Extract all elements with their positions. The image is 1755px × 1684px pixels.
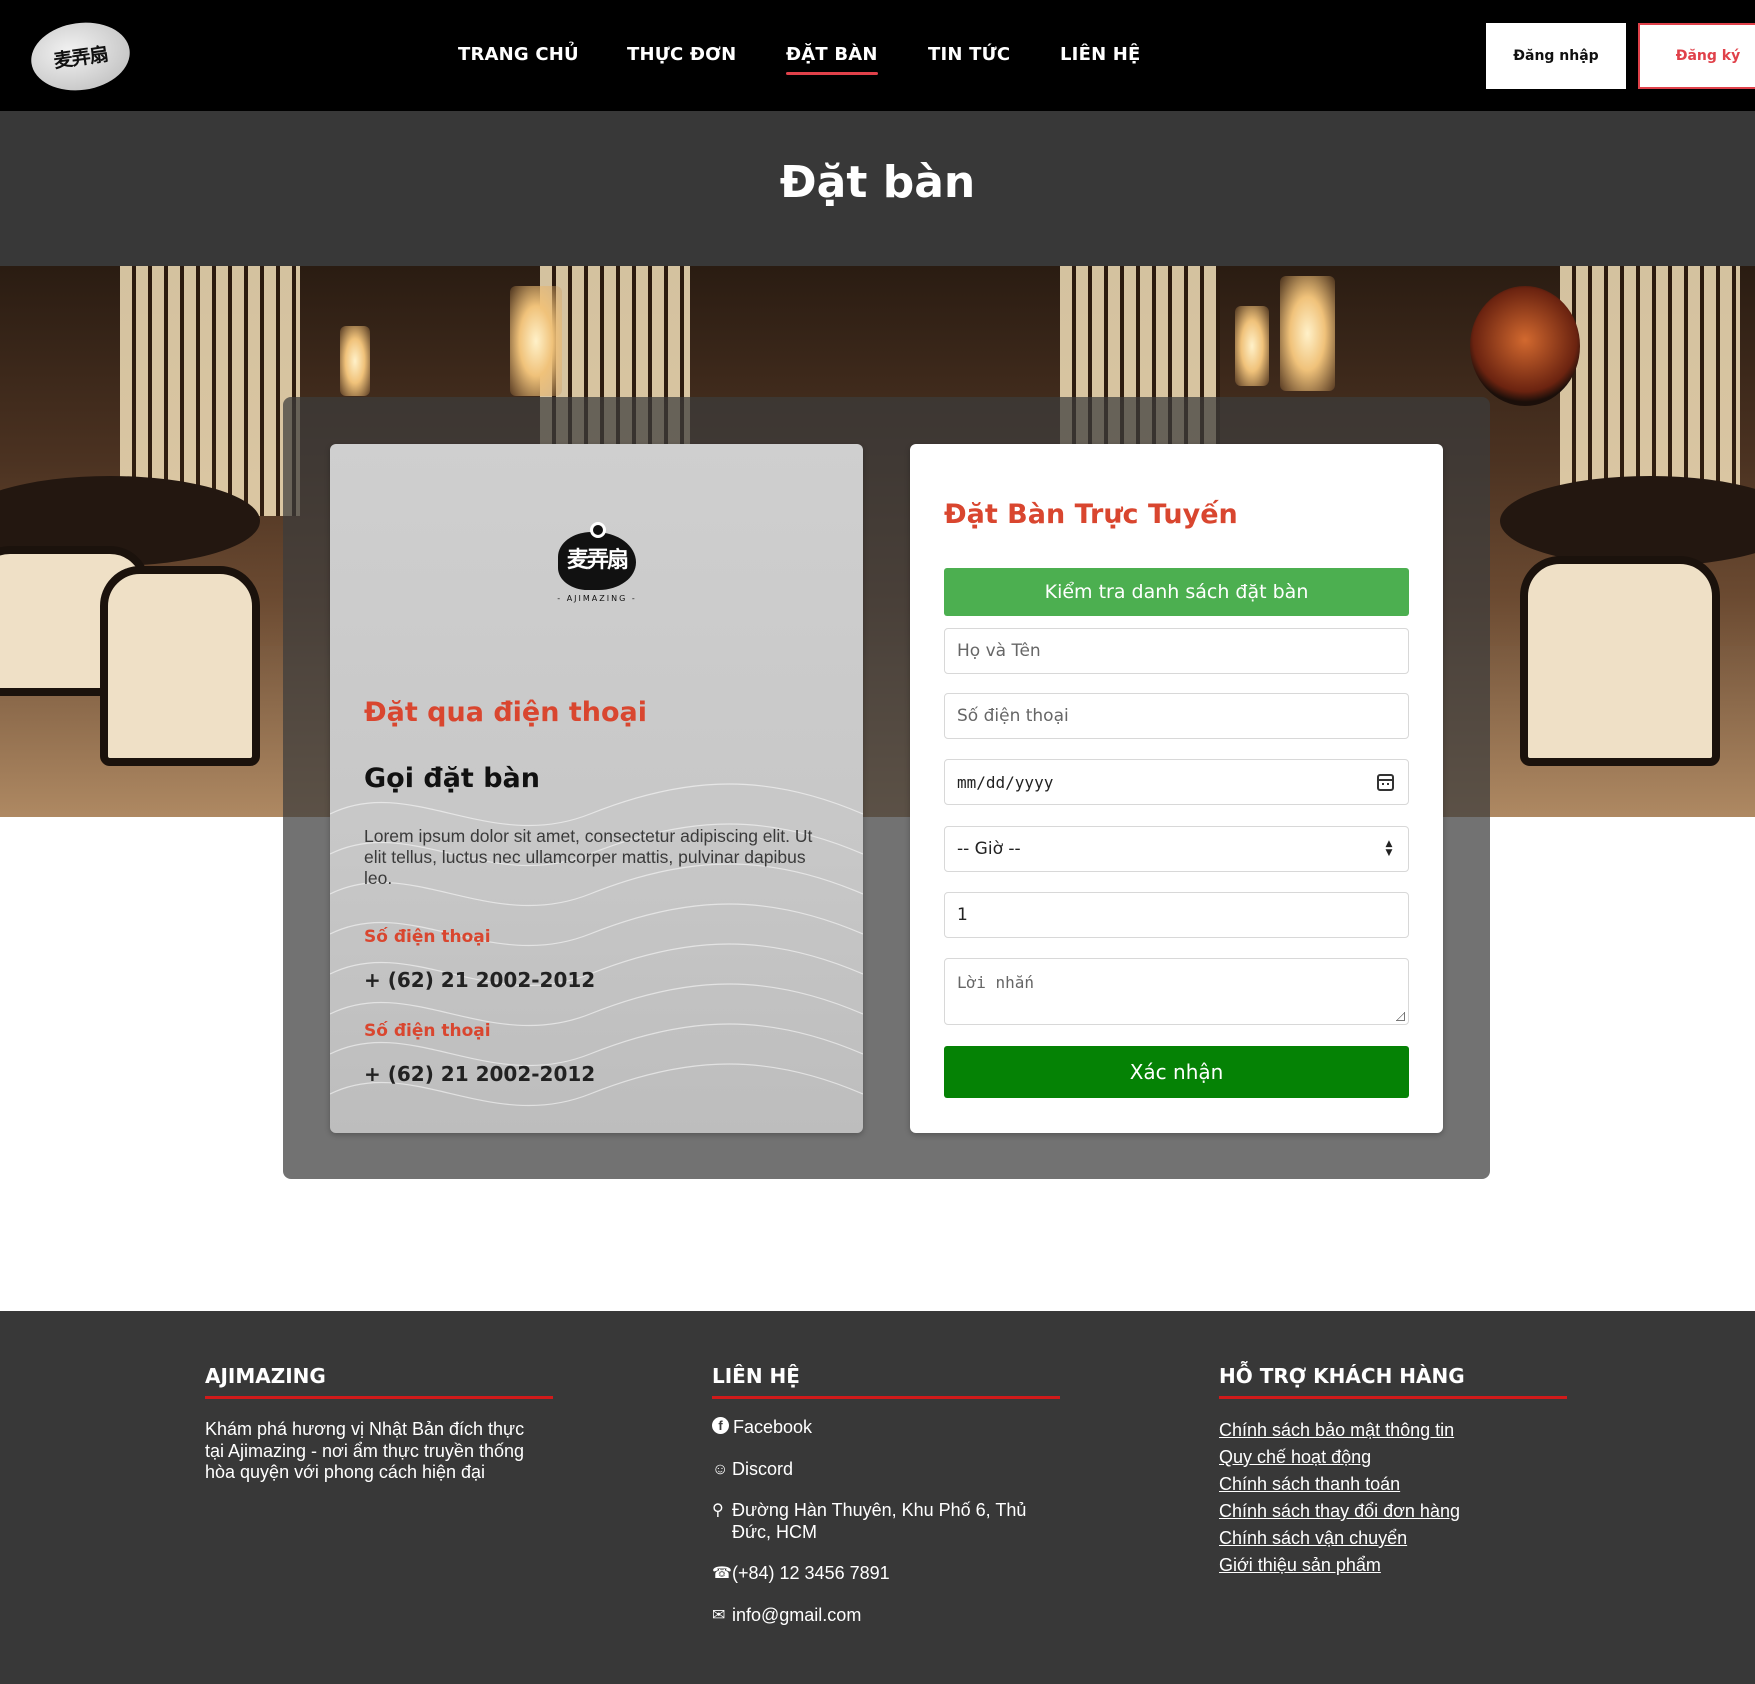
page-title: Đặt bàn <box>779 157 976 208</box>
footer-about-heading: AJIMAZING <box>205 1364 553 1399</box>
address-text: Đường Hàn Thuyên, Khu Phố 6, Thủ Đức, HC… <box>732 1500 1027 1542</box>
date-placeholder: mm/dd/yyyy <box>957 772 1054 792</box>
guests-value: 1 <box>957 905 968 925</box>
confirm-button[interactable]: Xác nhận <box>944 1046 1409 1098</box>
phone-icon: ☎ <box>712 1565 732 1582</box>
footer-support: HỖ TRỢ KHÁCH HÀNG Chính sách bảo mật thô… <box>1219 1364 1567 1579</box>
date-input[interactable]: mm/dd/yyyy <box>944 759 1409 805</box>
name-placeholder: Họ và Tên <box>957 641 1041 661</box>
site-header: 麦弄扇 TRANG CHỦ THỰC ĐƠN ĐẶT BÀN TIN TỨC L… <box>0 0 1755 111</box>
support-link-payment[interactable]: Chính sách thanh toán <box>1219 1471 1567 1498</box>
support-link-operation[interactable]: Quy chế hoạt động <box>1219 1444 1567 1471</box>
phone-booking-description: Lorem ipsum dolor sit amet, consectetur … <box>364 826 813 888</box>
round-painting <box>1470 286 1580 406</box>
register-button[interactable]: Đăng ký <box>1638 23 1755 89</box>
phone-label: Số điện thoại <box>364 927 491 947</box>
address-item: ⚲ Đường Hàn Thuyên, Khu Phố 6, Thủ Đức, … <box>712 1500 1060 1543</box>
phone-text: (+84) 12 3456 7891 <box>732 1563 890 1583</box>
footer-contact-heading: LIÊN HỆ <box>712 1364 1060 1399</box>
online-booking-heading: Đặt Bàn Trực Tuyến <box>944 499 1238 530</box>
mail-item[interactable]: ✉ info@gmail.com <box>712 1605 1060 1627</box>
support-link-order-change[interactable]: Chính sách thay đổi đơn hàng <box>1219 1498 1567 1525</box>
time-select[interactable]: -- Giờ -- ▲ ▼ <box>944 826 1409 872</box>
card-logo-glyph: 麦弄扇 <box>566 547 629 573</box>
lantern <box>1280 276 1335 391</box>
card-logo-subtitle: - AJIMAZING - <box>557 594 637 603</box>
phone-item[interactable]: ☎ (+84) 12 3456 7891 <box>712 1563 1060 1585</box>
location-pin-icon: ⚲ <box>712 1502 724 1519</box>
footer-about: AJIMAZING Khám phá hương vị Nhật Bản đíc… <box>205 1364 553 1484</box>
chair <box>1520 556 1720 766</box>
nav-item-lien-he[interactable]: LIÊN HỆ <box>1060 44 1141 65</box>
calendar-icon[interactable] <box>1377 774 1394 791</box>
discord-label: Discord <box>732 1458 794 1479</box>
nav-item-thuc-don[interactable]: THỰC ĐƠN <box>627 44 736 65</box>
footer-contact-list: f Facebook ☺ Discord ⚲ Đường Hàn Thuyên,… <box>712 1417 1060 1626</box>
support-link-shipping[interactable]: Chính sách vận chuyển <box>1219 1525 1567 1552</box>
phone-number[interactable]: + (62) 21 2002-2012 <box>364 1062 595 1086</box>
mail-icon: ✉ <box>712 1606 726 1624</box>
facebook-link[interactable]: f Facebook <box>712 1417 1060 1439</box>
phone-placeholder: Số điện thoại <box>957 706 1069 726</box>
title-band: Đặt bàn <box>0 111 1755 266</box>
phone-number[interactable]: + (62) 21 2002-2012 <box>364 968 595 992</box>
guests-input[interactable]: 1 <box>944 892 1409 938</box>
login-button[interactable]: Đăng nhập <box>1486 23 1626 89</box>
support-link-products[interactable]: Giới thiệu sản phẩm <box>1219 1552 1567 1579</box>
lantern <box>1235 306 1269 386</box>
select-arrows-icon: ▲ ▼ <box>1385 839 1393 858</box>
discord-icon: ☺ <box>712 1460 729 1478</box>
message-placeholder: Lời nhắn <box>957 973 1035 992</box>
support-link-privacy[interactable]: Chính sách bảo mật thông tin <box>1219 1417 1567 1444</box>
site-footer: AJIMAZING Khám phá hương vị Nhật Bản đíc… <box>0 1311 1755 1684</box>
chair <box>100 566 260 766</box>
facebook-label: Facebook <box>733 1417 813 1437</box>
resize-grip-icon[interactable] <box>1396 1012 1405 1021</box>
nav-item-dat-ban[interactable]: ĐẶT BÀN <box>786 44 878 75</box>
phone-label: Số điện thoại <box>364 1021 491 1041</box>
mail-text: info@gmail.com <box>732 1604 862 1625</box>
nav-item-tin-tuc[interactable]: TIN TỨC <box>928 44 1010 65</box>
check-bookings-button[interactable]: Kiểm tra danh sách đặt bàn <box>944 568 1409 616</box>
message-textarea[interactable]: Lời nhắn <box>944 958 1409 1025</box>
phone-booking-card: 麦弄扇 - AJIMAZING - Đặt qua điện thoại Gọi… <box>330 444 863 1133</box>
discord-link[interactable]: ☺ Discord <box>712 1459 1060 1481</box>
phone-booking-heading: Đặt qua điện thoại <box>364 697 647 728</box>
shoji-screen <box>1560 266 1740 506</box>
footer-contact: LIÊN HỆ f Facebook ☺ Discord ⚲ Đường Hàn… <box>712 1364 1060 1646</box>
time-selected-value: -- Giờ -- <box>957 839 1021 859</box>
name-input[interactable]: Họ và Tên <box>944 628 1409 674</box>
lantern <box>340 326 370 396</box>
phone-booking-subheading: Gọi đặt bàn <box>364 763 540 794</box>
footer-support-heading: HỖ TRỢ KHÁCH HÀNG <box>1219 1364 1567 1399</box>
logo-flower-icon <box>590 522 606 538</box>
card-logo: 麦弄扇 - AJIMAZING - <box>554 522 640 608</box>
nav-item-trang-chu[interactable]: TRANG CHỦ <box>458 44 579 65</box>
footer-about-text: Khám phá hương vị Nhật Bản đích thực tại… <box>205 1419 525 1482</box>
table <box>1500 476 1755 566</box>
footer-support-links: Chính sách bảo mật thông tin Quy chế hoạ… <box>1219 1417 1567 1579</box>
phone-input[interactable]: Số điện thoại <box>944 693 1409 739</box>
lantern <box>510 286 562 396</box>
facebook-icon: f <box>712 1417 729 1434</box>
online-booking-card: Đặt Bàn Trực Tuyến Kiểm tra danh sách đặ… <box>910 444 1443 1133</box>
